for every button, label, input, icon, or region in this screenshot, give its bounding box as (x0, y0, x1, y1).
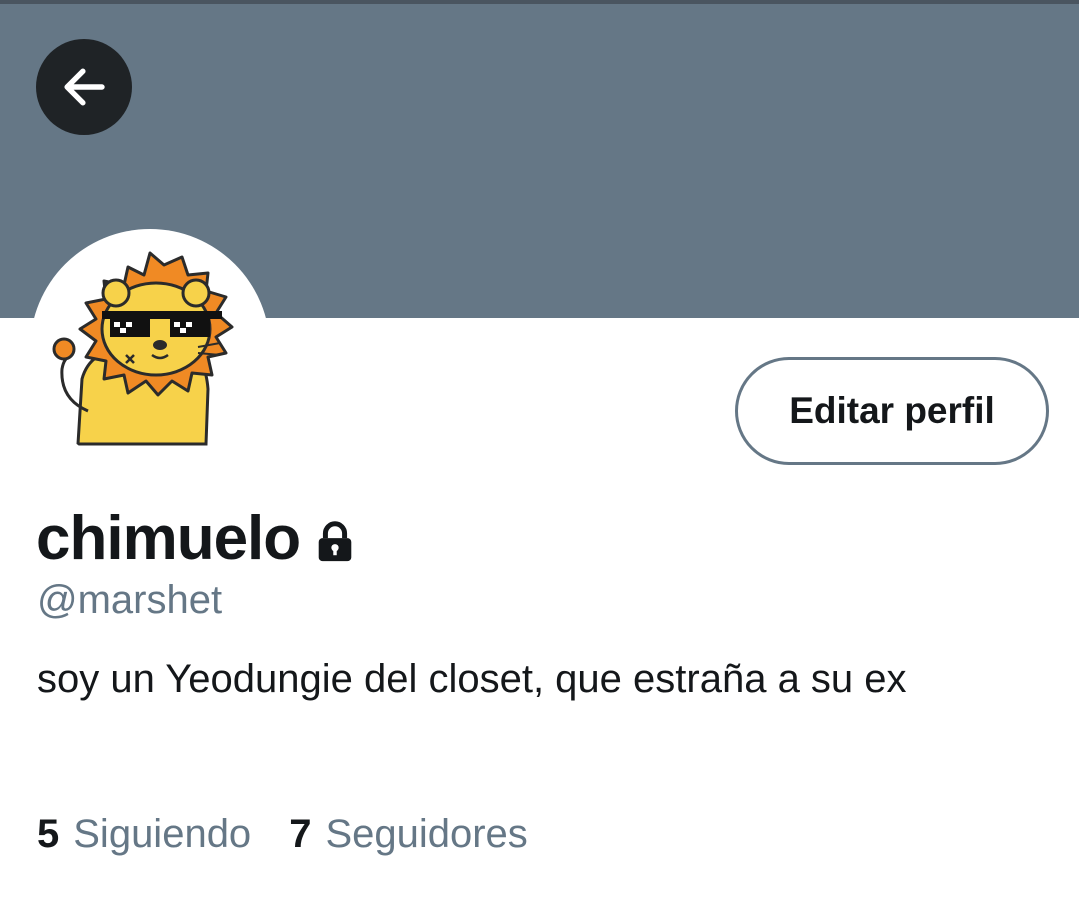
back-button[interactable] (36, 39, 132, 135)
profile-bio: soy un Yeodungie del closet, que estraña… (37, 657, 907, 701)
profile-page: Editar perfil chimuelo @marshet soy un Y… (0, 0, 1079, 903)
edit-profile-button[interactable]: Editar perfil (735, 357, 1049, 465)
lion-cartoon-avatar (52, 251, 234, 446)
following-link[interactable]: 5 Siguiendo (37, 812, 251, 857)
avatar[interactable] (30, 229, 270, 469)
user-handle: @marshet (37, 578, 223, 622)
display-name: chimuelo (36, 503, 301, 573)
name-row: chimuelo (36, 500, 358, 576)
followers-label: Seguidores (325, 812, 528, 856)
profile-stats: 5 Siguiendo 7 Seguidores (37, 812, 528, 857)
followers-count: 7 (289, 812, 312, 856)
followers-link[interactable]: 7 Seguidores (289, 812, 528, 857)
following-count: 5 (37, 812, 60, 856)
arrow-left-icon (64, 68, 105, 106)
lock-icon (318, 521, 352, 562)
following-label: Siguiendo (73, 812, 252, 856)
